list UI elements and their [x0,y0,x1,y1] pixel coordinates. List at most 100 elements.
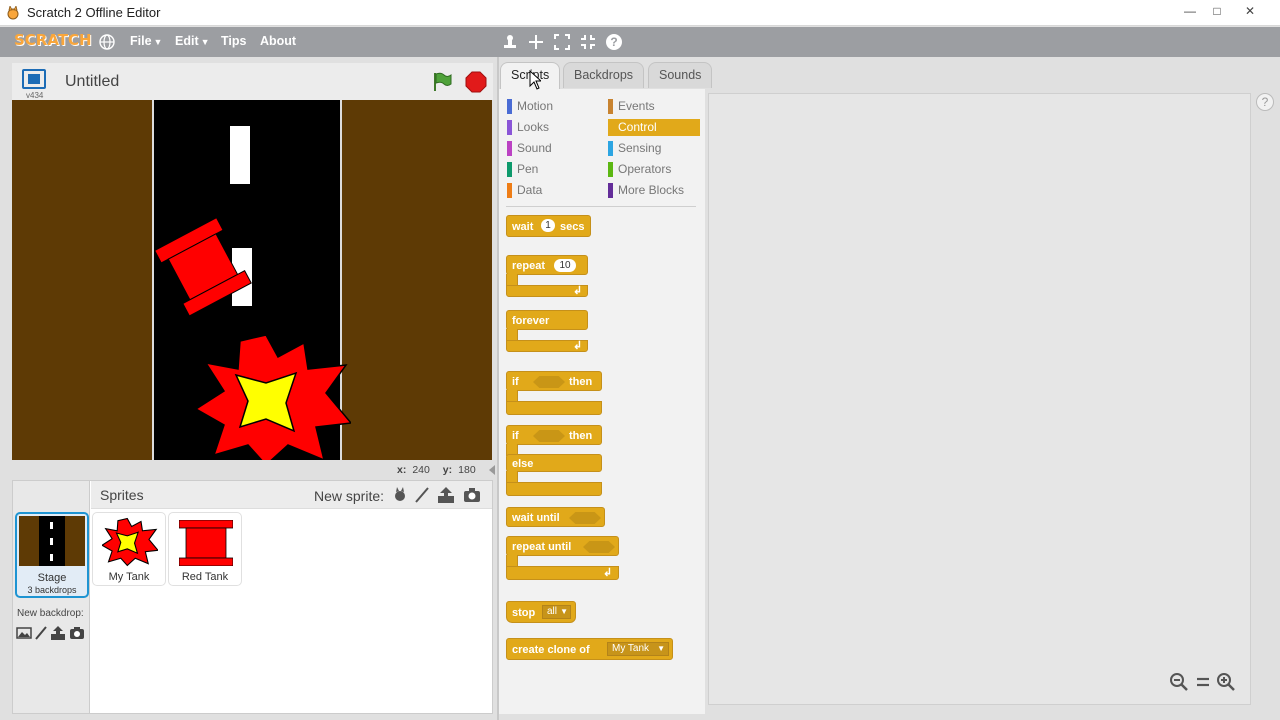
block-forever-end[interactable]: ↲ [506,340,588,352]
grow-icon[interactable] [553,33,571,51]
category-more-blocks[interactable]: More Blocks [608,182,700,199]
maximize-button[interactable]: □ [1203,2,1231,20]
block-boolean-slot[interactable] [583,541,615,553]
cut-scissors-icon[interactable] [527,33,545,51]
loop-arrow-icon: ↲ [573,340,583,352]
block-text: else [512,458,534,470]
chevron-down-icon: ▼ [153,37,163,47]
help-icon[interactable]: ? [1256,93,1274,111]
menu-edit[interactable]: Edit ▼ [175,34,210,48]
minimize-button[interactable]: — [1176,2,1204,20]
duplicate-stamp-icon[interactable] [501,33,519,51]
close-window-button[interactable]: ✕ [1236,2,1264,20]
menu-about[interactable]: About [260,34,296,48]
clone-target-value: My Tank [612,643,650,654]
zoom-out-icon[interactable] [1169,672,1189,692]
stop-option-value: all [547,606,558,617]
tab-sounds[interactable]: Sounds [648,62,713,88]
block-number-input[interactable]: 10 [554,259,576,272]
block-if-else-end[interactable] [506,482,602,496]
camera-icon[interactable] [463,486,481,504]
menu-file[interactable]: File ▼ [130,34,162,48]
block-stop[interactable]: stop all ▼ [506,601,576,623]
explosion-sprite[interactable] [196,335,351,460]
category-label: Motion [517,99,554,113]
category-events[interactable]: Events [608,98,700,115]
help-icon[interactable]: ? [605,33,623,51]
collapse-arrow-icon[interactable] [487,464,497,476]
category-control[interactable]: Control [608,119,700,136]
block-wait-until[interactable]: wait until [506,507,605,527]
menu-bar: SCRATCH File ▼ Edit ▼ Tips About ? [0,27,1280,57]
block-if-then-else[interactable]: if then [506,425,602,445]
category-label: Operators [618,162,672,176]
paint-picture-icon[interactable] [16,625,32,641]
block-if-then[interactable]: if then [506,371,602,391]
block-palette: Motion Looks Sound Pen Data Events Contr… [499,89,705,714]
mouse-coordinates: x: 240 y: 180 [397,464,476,476]
globe-icon[interactable] [99,34,115,50]
red-tank-sprite[interactable] [137,200,267,330]
block-boolean-slot[interactable] [533,430,565,442]
category-sound[interactable]: Sound [507,140,599,157]
block-text: then [569,376,593,388]
sprite-thumb-my-tank[interactable]: My Tank [92,512,166,586]
sprite-thumb-red-tank[interactable]: Red Tank [168,512,242,586]
paint-brush-icon[interactable] [413,486,431,504]
block-else[interactable]: else [506,454,602,472]
scratch-cat-icon [7,6,19,20]
block-repeat-until-end[interactable]: ↲ [506,566,619,580]
category-sensing[interactable]: Sensing [608,140,700,157]
category-data[interactable]: Data [507,182,599,199]
block-wait-secs[interactable]: wait 1 secs [506,215,591,237]
block-repeat-until[interactable]: repeat until [506,536,619,556]
block-create-clone[interactable]: create clone of My Tank ▼ [506,638,673,660]
block-boolean-slot[interactable] [533,376,565,388]
category-motion[interactable]: Motion [507,98,599,115]
category-color-bar [608,162,613,177]
block-boolean-slot[interactable] [569,512,601,524]
category-operators[interactable]: Operators [608,161,700,178]
category-label: Sound [517,141,552,155]
block-repeat[interactable]: repeat 10 [506,255,588,275]
svg-text:?: ? [610,35,617,49]
shrink-icon[interactable] [579,33,597,51]
block-number-input[interactable]: 1 [541,219,555,232]
category-label: More Blocks [618,183,685,197]
category-looks[interactable]: Looks [507,119,599,136]
block-if-end[interactable] [506,401,602,415]
stage-header: v434 Untitled [12,63,493,100]
stage-label: Stage [37,572,67,584]
project-title[interactable]: Untitled [65,73,119,91]
category-color-bar [507,141,512,156]
category-color-bar [507,162,512,177]
zoom-in-icon[interactable] [1216,672,1236,692]
upload-icon[interactable] [50,625,66,641]
script-area[interactable] [708,93,1251,705]
stage-canvas[interactable] [12,100,492,460]
stage-thumbnail[interactable]: Stage 3 backdrops [15,512,89,598]
block-repeat-end[interactable]: ↲ [506,285,588,297]
camera-icon[interactable] [69,625,85,641]
scratch-logo[interactable]: SCRATCH [14,31,92,49]
sprite-label: My Tank [108,571,150,583]
fullscreen-button[interactable] [22,69,46,89]
tab-backdrops[interactable]: Backdrops [563,62,645,88]
stop-sign-icon[interactable] [465,71,487,93]
sprites-title: Sprites [100,487,144,503]
paint-brush-icon[interactable] [33,625,49,641]
chevron-down-icon: ▼ [200,37,210,47]
block-forever[interactable]: forever [506,310,588,330]
upload-icon[interactable] [437,486,455,504]
stop-option-dropdown[interactable]: all ▼ [542,605,571,619]
category-color-bar [507,99,512,114]
clone-target-dropdown[interactable]: My Tank ▼ [607,642,669,656]
coords-x-label: x: [397,464,407,476]
green-flag-icon[interactable] [431,71,453,93]
category-label: Events [618,99,655,113]
category-pen[interactable]: Pen [507,161,599,178]
menu-tips[interactable]: Tips [221,34,246,48]
block-text: repeat [512,260,546,272]
zoom-reset-icon[interactable] [1193,672,1213,692]
sprite-library-icon[interactable] [391,486,409,504]
